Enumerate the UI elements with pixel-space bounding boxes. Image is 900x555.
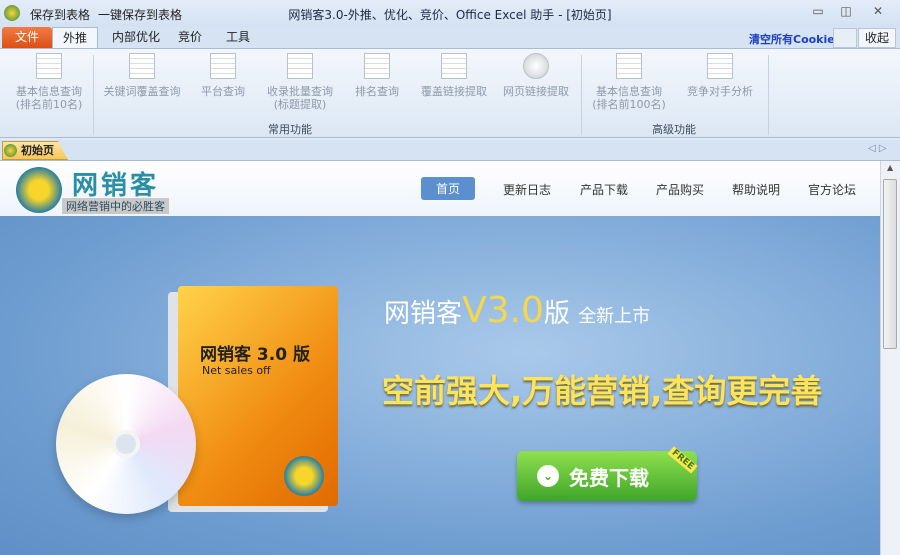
tab-file[interactable]: 文件 (2, 27, 52, 49)
tab-tools[interactable]: 工具 (216, 27, 260, 49)
basic-info-query-top10-button[interactable]: 基本信息查询 (排名前10名) (10, 53, 88, 111)
site-logo-text: 网销客 (72, 171, 160, 201)
nav-purchase[interactable]: 产品购买 (656, 181, 704, 198)
collapse-ribbon-button[interactable]: 收起 (858, 28, 896, 48)
group-label-common: 常用功能 (268, 123, 312, 136)
web-view: 网销客 网络营销中的必胜客 首页 更新日志 产品下载 产品购买 帮助说明 官方论… (0, 161, 880, 555)
maximize-icon[interactable]: ◫ (835, 4, 857, 22)
clear-cookie-button[interactable]: 清空所有Cookie (749, 31, 835, 47)
table-icon (36, 53, 62, 79)
rank-query-button[interactable]: 排名查询 (350, 53, 404, 98)
list-icon (129, 53, 155, 79)
app-icon (4, 144, 17, 157)
cd-disc-icon (56, 374, 196, 514)
platform-query-button[interactable]: 平台查询 (195, 53, 251, 98)
tab-scroll-arrows-icon[interactable]: ◁ ▷ (868, 143, 887, 154)
tagline: 空前强大,万能营销,查询更完善 (382, 372, 823, 410)
globe-link-icon (523, 53, 549, 79)
group-label-advanced: 高级功能 (652, 123, 696, 136)
nav-home[interactable]: 首页 (421, 177, 476, 200)
minimize-icon[interactable]: ▭ (807, 4, 829, 22)
site-slogan: 网络营销中的必胜客 (62, 198, 169, 214)
index-batch-query-button[interactable]: 收录批量查询 (标题提取) (262, 53, 338, 111)
vertical-scrollbar[interactable]: ▲ (880, 161, 900, 555)
coverage-link-extract-button[interactable]: 覆盖链接提取 (418, 53, 490, 98)
box-logo-icon (284, 456, 324, 496)
window-title: 网销客3.0-外推、优化、竞价、Office Excel 助手 - [初始页] (288, 8, 612, 22)
tab-outreach[interactable]: 外推 (52, 27, 98, 49)
tab-internal-optimization[interactable]: 内部优化 (102, 27, 170, 49)
promo-banner: 网销客 3.0 版 Net sales off 网销客V3.0版 全新上市 空前… (0, 216, 880, 555)
scroll-up-icon[interactable]: ▲ (887, 163, 893, 172)
headline: 网销客V3.0版 全新上市 (384, 290, 651, 331)
arrow-left-icon (364, 53, 390, 79)
divider (768, 55, 769, 135)
nav-download[interactable]: 产品下载 (580, 181, 628, 198)
close-icon[interactable]: ✕ (867, 4, 889, 22)
chart-line-icon (707, 53, 733, 79)
table-icon (616, 53, 642, 79)
ribbon: 基本信息查询 (排名前10名) 关键词覆盖查询 平台查询 收录批量查询 (标题提取)… (0, 48, 900, 138)
nav-help[interactable]: 帮助说明 (732, 181, 780, 198)
free-badge: FREE (667, 446, 698, 474)
batch-icon (287, 53, 313, 79)
title-bar: 保存到表格 一键保存到表格 网销客3.0-外推、优化、竞价、Office Exc… (0, 0, 900, 27)
divider (93, 55, 94, 135)
platform-icon (210, 53, 236, 79)
site-logo-icon (16, 167, 62, 213)
nav-forum[interactable]: 官方论坛 (808, 181, 856, 198)
competitor-analysis-button[interactable]: 竞争对手分析 (682, 53, 758, 98)
chevron-down-icon: ⌄ (537, 465, 559, 487)
divider (581, 55, 582, 135)
webpage-link-extract-button[interactable]: 网页链接提取 (500, 53, 572, 98)
product-box: 网销客 3.0 版 Net sales off (178, 286, 338, 506)
free-download-button[interactable]: ⌄ 免费下载 FREE (517, 446, 698, 501)
keyword-coverage-query-button[interactable]: 关键词覆盖查询 (100, 53, 184, 98)
nav-changelog[interactable]: 更新日志 (503, 181, 551, 198)
blank-button[interactable] (833, 28, 857, 48)
tab-bidding[interactable]: 竞价 (168, 27, 212, 49)
ribbon-tabs: 文件 外推 内部优化 竞价 工具 清空所有Cookie 收起 (0, 27, 900, 49)
site-header: 网销客 网络营销中的必胜客 首页 更新日志 产品下载 产品购买 帮助说明 官方论… (0, 161, 880, 216)
document-tab-bar: 初始页 ◁ ▷ (0, 140, 900, 161)
basic-info-query-top100-button[interactable]: 基本信息查询 (排名前100名) (590, 53, 668, 111)
scrollbar-thumb[interactable] (883, 179, 897, 349)
link-icon (441, 53, 467, 79)
